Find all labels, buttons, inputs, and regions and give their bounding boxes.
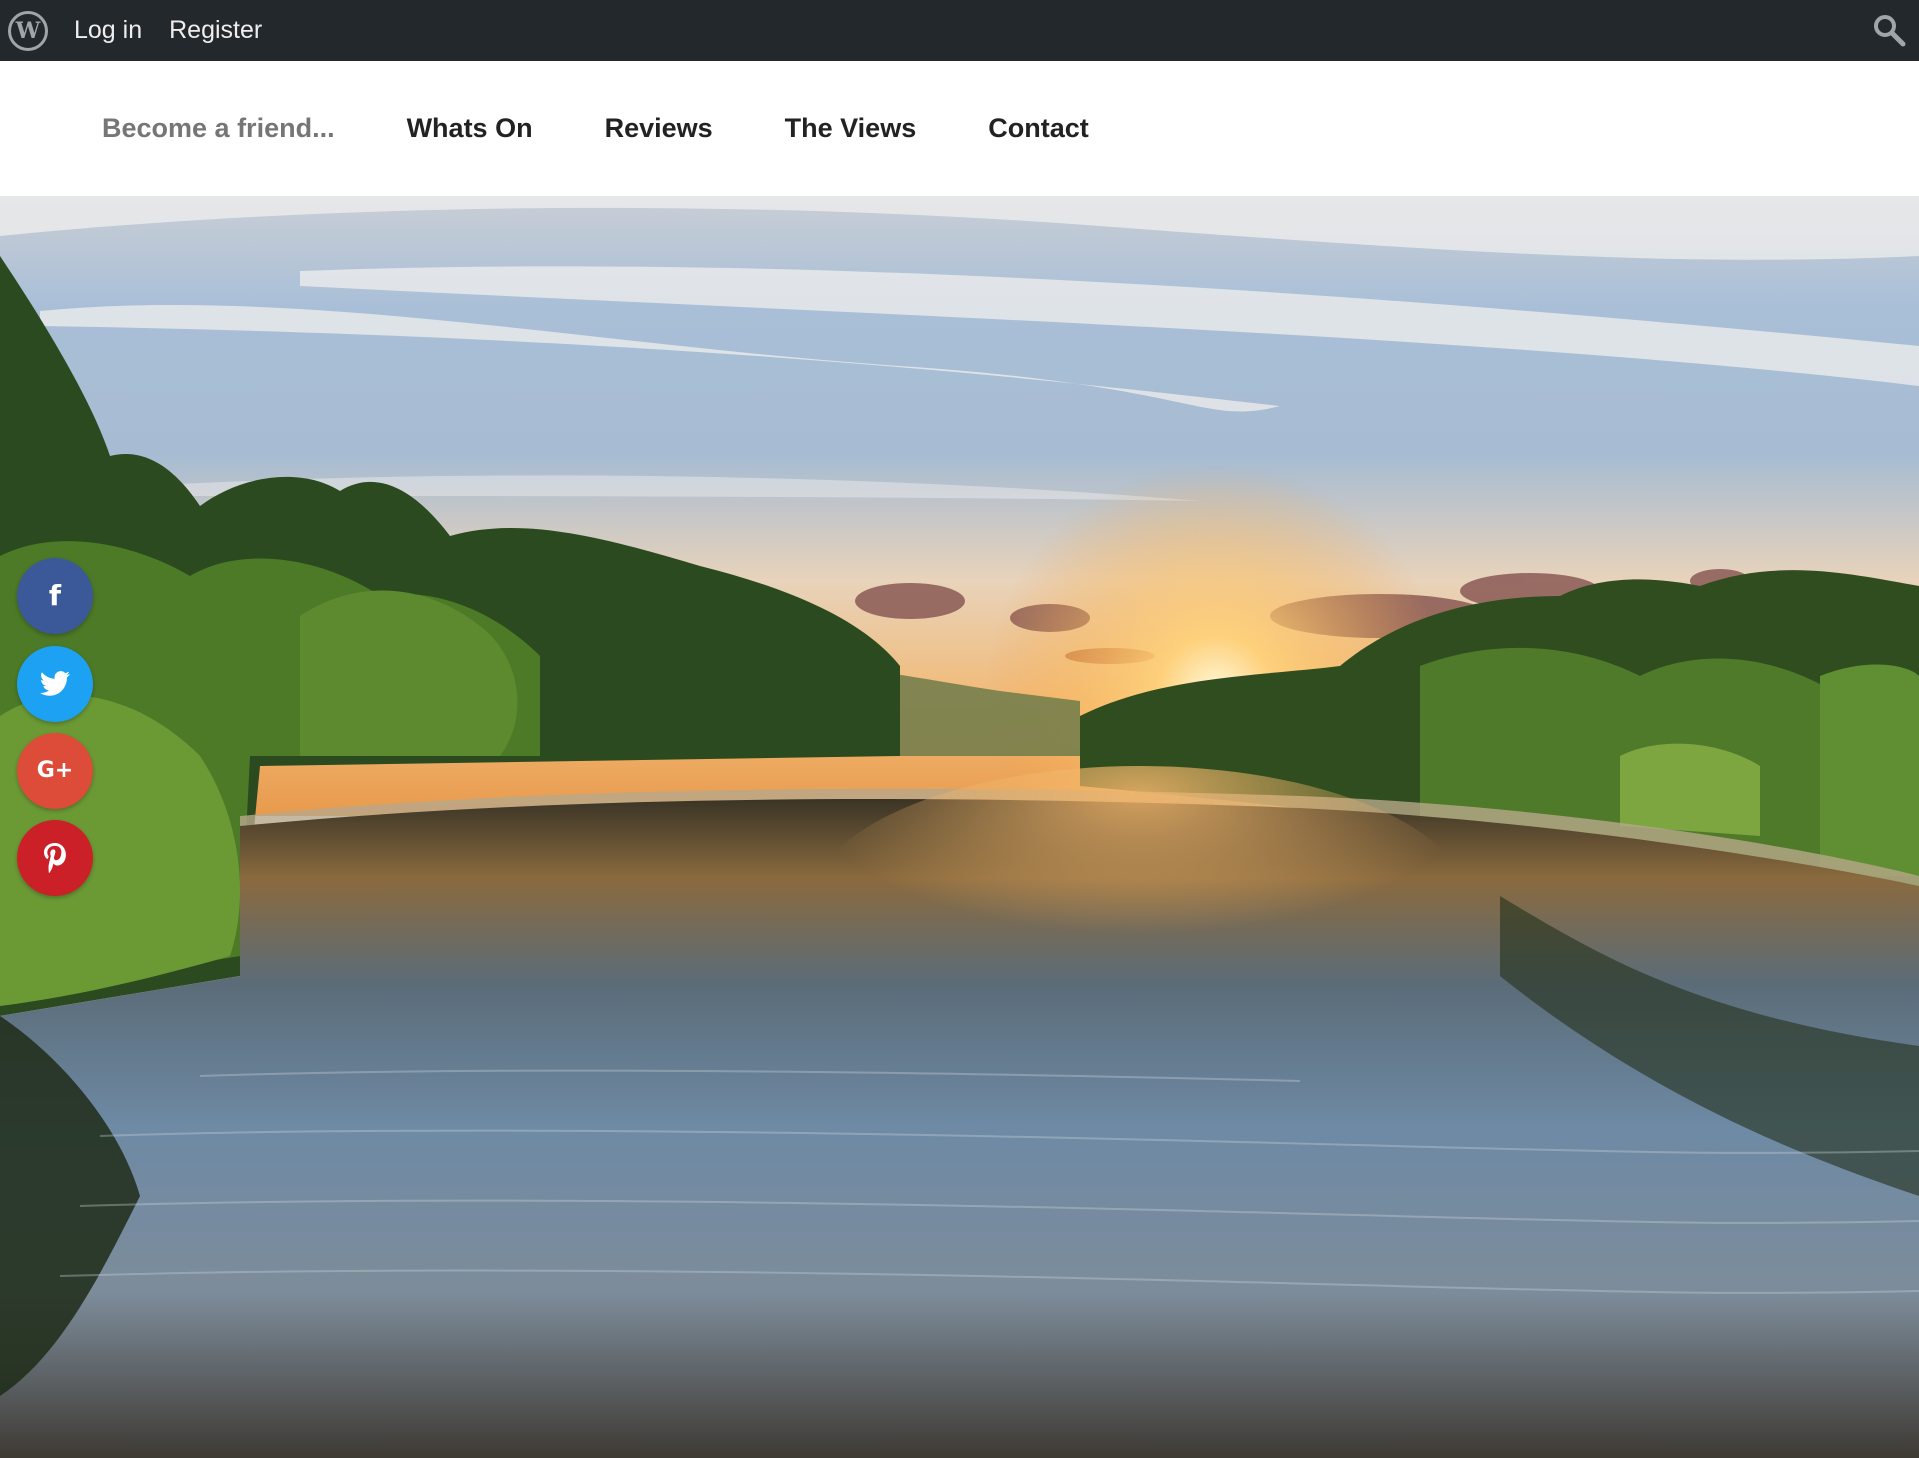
nav-item-whats-on[interactable]: Whats On [407,113,533,144]
nav-item-the-views[interactable]: The Views [785,113,917,144]
admin-bar: W Log in Register [0,0,1919,61]
pinterest-icon [44,843,66,873]
search-icon[interactable] [1871,12,1907,48]
hero-image [0,196,1919,1458]
login-link[interactable]: Log in [74,16,142,45]
pinterest-share-button[interactable] [17,820,93,896]
google-plus-icon: G+ [36,758,74,783]
nav-item-contact[interactable]: Contact [988,113,1089,144]
sunset-river-landscape [0,196,1919,1458]
wordpress-logo-glyph: W [15,17,41,44]
facebook-share-button[interactable]: f [17,558,93,634]
main-nav-list: Become a friend... Whats On Reviews The … [0,61,1919,196]
register-link[interactable]: Register [169,16,262,45]
twitter-share-button[interactable] [17,646,93,722]
wordpress-logo-icon[interactable]: W [8,10,48,51]
twitter-bird-icon [40,671,70,696]
google-plus-share-button[interactable]: G+ [17,733,93,809]
main-navigation: Become a friend... Whats On Reviews The … [0,61,1919,196]
nav-item-reviews[interactable]: Reviews [605,113,713,144]
nav-item-become-a-friend[interactable]: Become a friend... [102,113,335,144]
facebook-icon: f [48,579,62,612]
